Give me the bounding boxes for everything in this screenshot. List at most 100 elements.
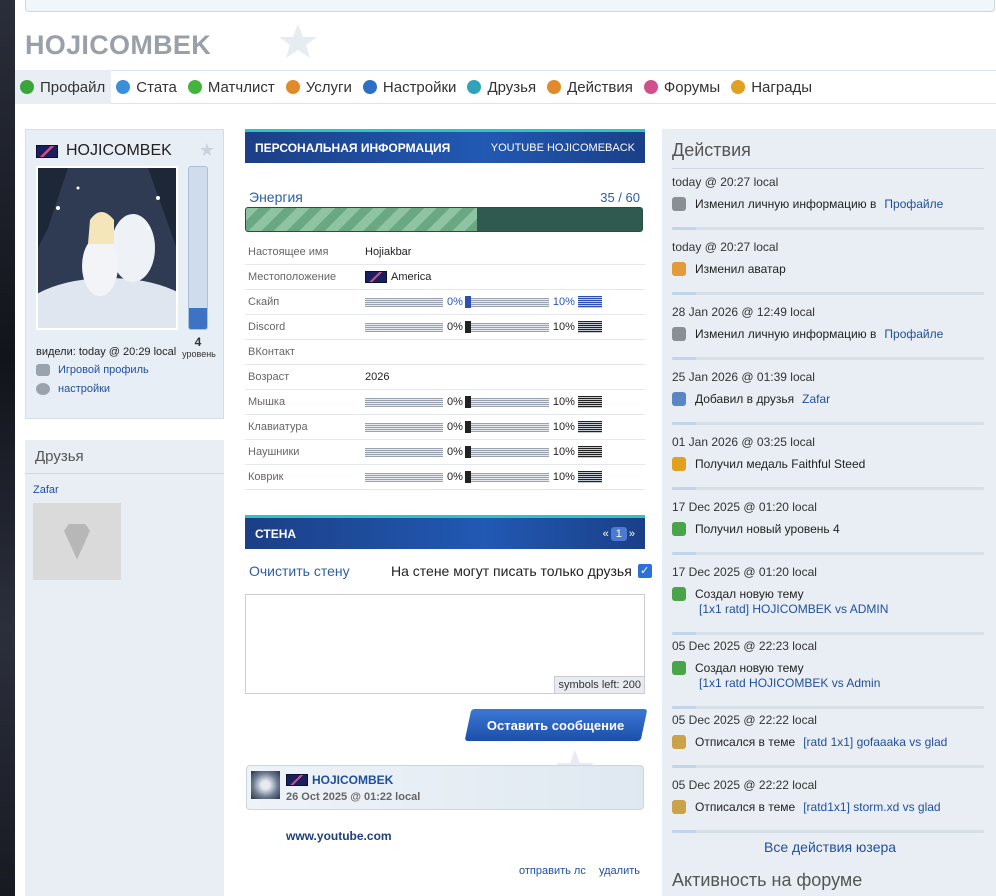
awards-icon bbox=[731, 80, 746, 94]
action-topic-link[interactable]: [1x1 ratd] HOJICOMBEK vs ADMIN bbox=[699, 602, 984, 616]
divider bbox=[672, 227, 984, 230]
pager-current-page[interactable]: 1 bbox=[610, 526, 627, 541]
wrench-icon bbox=[672, 197, 686, 211]
friends-only-label: На стене могут писать только друзья bbox=[391, 563, 632, 579]
info-value: America bbox=[365, 271, 431, 283]
rating-percent: 10% bbox=[552, 296, 575, 308]
wall-pager: « 1 » bbox=[603, 526, 635, 541]
personal-info-title: ПЕРСОНАЛЬНАЯ ИНФОРМАЦИЯ bbox=[255, 140, 451, 155]
new-topic-icon bbox=[672, 661, 686, 675]
tab-8[interactable]: Награды bbox=[726, 70, 818, 104]
action-line: Изменил личную информацию в Профайле bbox=[672, 197, 984, 211]
info-key: Скайп bbox=[248, 296, 280, 308]
action-text: Изменил аватар bbox=[695, 262, 786, 276]
rating-bar bbox=[365, 397, 443, 407]
rating-percent: 10% bbox=[552, 421, 575, 433]
rating-bar bbox=[365, 447, 443, 457]
action-text: Создал новую тему bbox=[695, 661, 804, 675]
services-icon bbox=[285, 80, 300, 94]
info-key: Возраст bbox=[248, 371, 290, 383]
info-key: Наушники bbox=[248, 446, 300, 458]
action-link[interactable]: Профайле bbox=[884, 197, 943, 211]
info-row: ВКонтакт bbox=[245, 340, 645, 365]
country-flag-icon bbox=[286, 774, 308, 786]
action-link[interactable]: Zafar bbox=[802, 392, 830, 406]
info-value: 0% 10% bbox=[365, 321, 602, 333]
action-text: Получил новый уровень 4 bbox=[695, 522, 840, 536]
settings-link[interactable]: настройки bbox=[36, 383, 110, 395]
action-line: Создал новую тему bbox=[672, 587, 984, 601]
clear-wall-link[interactable]: Очистить стену bbox=[249, 563, 350, 579]
avatar-image bbox=[38, 168, 176, 328]
location-text: America bbox=[391, 271, 432, 283]
info-key: Коврик bbox=[248, 471, 284, 483]
tab-6[interactable]: Действия bbox=[542, 70, 639, 104]
wrench-icon bbox=[672, 327, 686, 341]
action-item: today @ 20:27 local Изменил аватар bbox=[672, 240, 984, 276]
wall-post-header: HOJICOMBEK 26 Oct 2025 @ 01:22 local bbox=[246, 765, 644, 810]
stats-icon bbox=[116, 80, 131, 94]
tab-label: Друзья bbox=[487, 78, 537, 96]
divider bbox=[672, 706, 984, 709]
post-text: www.youtube.com bbox=[286, 829, 392, 843]
info-row: Местоположение America bbox=[245, 265, 645, 290]
tab-4[interactable]: Настройки bbox=[358, 70, 463, 104]
send-pm-link[interactable]: отправить лс bbox=[519, 865, 586, 877]
page-background bbox=[0, 0, 15, 896]
post-message-button[interactable]: Оставить сообщение bbox=[464, 709, 648, 741]
action-date: 05 Dec 2025 @ 22:22 local bbox=[672, 713, 817, 727]
friend-avatar[interactable] bbox=[33, 503, 121, 580]
country-flag-icon bbox=[365, 271, 387, 283]
tab-7[interactable]: Форумы bbox=[639, 70, 726, 104]
rating-marker bbox=[577, 396, 602, 408]
reply-icon bbox=[672, 800, 686, 814]
wall-message-textarea[interactable]: symbols left: 200 bbox=[245, 594, 645, 694]
shield-icon bbox=[672, 522, 686, 536]
action-link[interactable]: [ratd1x1] storm.xd vs glad bbox=[803, 800, 940, 814]
gear-icon bbox=[36, 383, 50, 395]
action-link[interactable]: [ratd 1x1] gofaaaka vs glad bbox=[803, 735, 947, 749]
tab-label: Настройки bbox=[382, 78, 457, 96]
actions-panel: Действия Все действия юзера today @ 20:2… bbox=[662, 129, 996, 896]
rating-bar bbox=[470, 472, 549, 482]
tab-1[interactable]: Стата bbox=[111, 70, 183, 104]
tab-label: Услуги bbox=[305, 78, 352, 96]
action-date: 17 Dec 2025 @ 01:20 local bbox=[672, 565, 817, 579]
post-author-avatar[interactable] bbox=[251, 771, 280, 799]
favorite-star-icon[interactable]: ★ bbox=[199, 140, 215, 161]
tab-3[interactable]: Услуги bbox=[281, 70, 358, 104]
friends-only-checkbox[interactable]: ✓ bbox=[637, 564, 652, 578]
action-date: 05 Dec 2025 @ 22:22 local bbox=[672, 778, 817, 792]
personal-info-table: Настоящее имя Hojiakbar Местоположение Amer… bbox=[245, 240, 645, 490]
action-date: today @ 20:27 local bbox=[672, 240, 779, 254]
game-profile-link[interactable]: Игровой профиль bbox=[36, 364, 149, 376]
energy-bar-fill bbox=[246, 208, 477, 231]
action-topic-link[interactable]: [1x1 ratd HOJICOMBEK vs Admin bbox=[699, 676, 984, 690]
info-row: Наушники 0% 10% bbox=[245, 440, 645, 465]
info-key: ВКонтакт bbox=[248, 346, 295, 358]
level-progress-fill bbox=[189, 307, 207, 329]
action-line: Изменил аватар bbox=[672, 262, 984, 276]
rating-marker bbox=[577, 421, 602, 433]
tab-0[interactable]: Профайл bbox=[15, 70, 112, 104]
info-key: Клавиатура bbox=[248, 421, 308, 433]
rating-marker bbox=[577, 446, 602, 458]
tab-2[interactable]: Матчлист bbox=[183, 70, 281, 104]
divider bbox=[672, 632, 984, 635]
tab-5[interactable]: Друзья bbox=[462, 70, 542, 104]
info-row: Мышка 0% 10% bbox=[245, 390, 645, 415]
all-actions-link[interactable]: Все действия юзера bbox=[764, 839, 896, 855]
pager-prev-button[interactable]: « bbox=[603, 528, 609, 540]
action-item: 17 Dec 2025 @ 01:20 local Получил новый у… bbox=[672, 500, 984, 536]
info-value: 2026 bbox=[365, 371, 390, 383]
pager-next-button[interactable]: » bbox=[629, 528, 635, 540]
action-text: Отписался в теме bbox=[695, 800, 796, 814]
divider bbox=[672, 487, 984, 490]
friend-name[interactable]: Zafar bbox=[33, 484, 59, 496]
info-key: Мышка bbox=[248, 396, 286, 408]
delete-post-link[interactable]: удалить bbox=[599, 865, 640, 877]
action-item: 28 Jan 2026 @ 12:49 local Изменил личную … bbox=[672, 305, 984, 341]
action-link[interactable]: Профайле bbox=[884, 327, 943, 341]
post-author[interactable]: HOJICOMBEK bbox=[286, 773, 393, 787]
info-value: Hojiakbar bbox=[365, 246, 412, 258]
